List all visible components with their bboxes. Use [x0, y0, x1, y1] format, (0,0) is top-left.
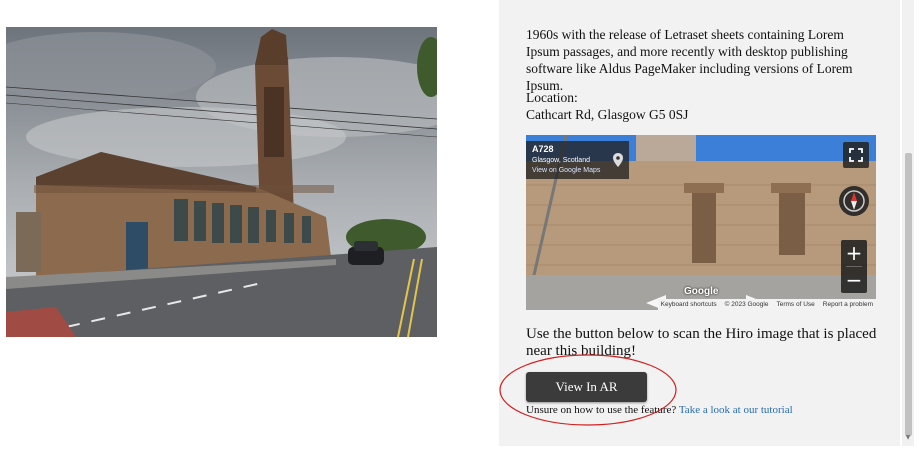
road-name: A728	[532, 144, 554, 154]
help-text: Unsure on how to use the feature? Take a…	[526, 404, 793, 416]
scrollbar[interactable]: ▼	[902, 0, 914, 446]
zoom-in-button[interactable]: +	[841, 240, 867, 266]
description-text: 1960s with the release of Letraset sheet…	[526, 27, 853, 93]
google-logo: Google	[684, 286, 719, 297]
city-name: Glasgow, Scotland	[532, 157, 590, 164]
scroll-down-icon[interactable]: ▼	[902, 433, 914, 443]
street-view-info-box: A728 Glasgow, Scotland View on Google Ma…	[526, 141, 629, 179]
zoom-controls: + −	[841, 240, 867, 293]
fullscreen-button[interactable]	[843, 142, 869, 168]
pin-icon[interactable]	[613, 153, 623, 167]
street-view-embed[interactable]: A728 Glasgow, Scotland View on Google Ma…	[526, 135, 876, 310]
building-photo	[6, 27, 437, 337]
location-label: Location:	[526, 90, 578, 105]
street-view-footer: Keyboard shortcuts © 2023 Google Terms o…	[657, 299, 876, 310]
view-on-google-maps-link[interactable]: View on Google Maps	[532, 167, 600, 174]
zoom-out-button[interactable]: −	[841, 267, 867, 293]
report-problem-link[interactable]: Report a problem	[823, 301, 873, 308]
fullscreen-icon	[849, 148, 863, 162]
keyboard-shortcuts-link[interactable]: Keyboard shortcuts	[661, 301, 717, 308]
tutorial-link[interactable]: Take a look at our tutorial	[679, 404, 793, 416]
terms-of-use-link[interactable]: Terms of Use	[776, 301, 814, 308]
view-in-ar-button[interactable]: View In AR	[526, 372, 647, 402]
compass-button[interactable]	[839, 186, 869, 216]
copyright-text: © 2023 Google	[724, 301, 769, 308]
compass-icon	[843, 190, 865, 212]
scrollbar-thumb[interactable]	[905, 153, 912, 436]
instruction-text: Use the button below to scan the Hiro im…	[526, 326, 877, 359]
location-panel: 1960s with the release of Letraset sheet…	[499, 0, 900, 446]
location-address: Cathcart Rd, Glasgow G5 0SJ	[526, 107, 689, 122]
help-question: Unsure on how to use the feature?	[526, 404, 677, 416]
